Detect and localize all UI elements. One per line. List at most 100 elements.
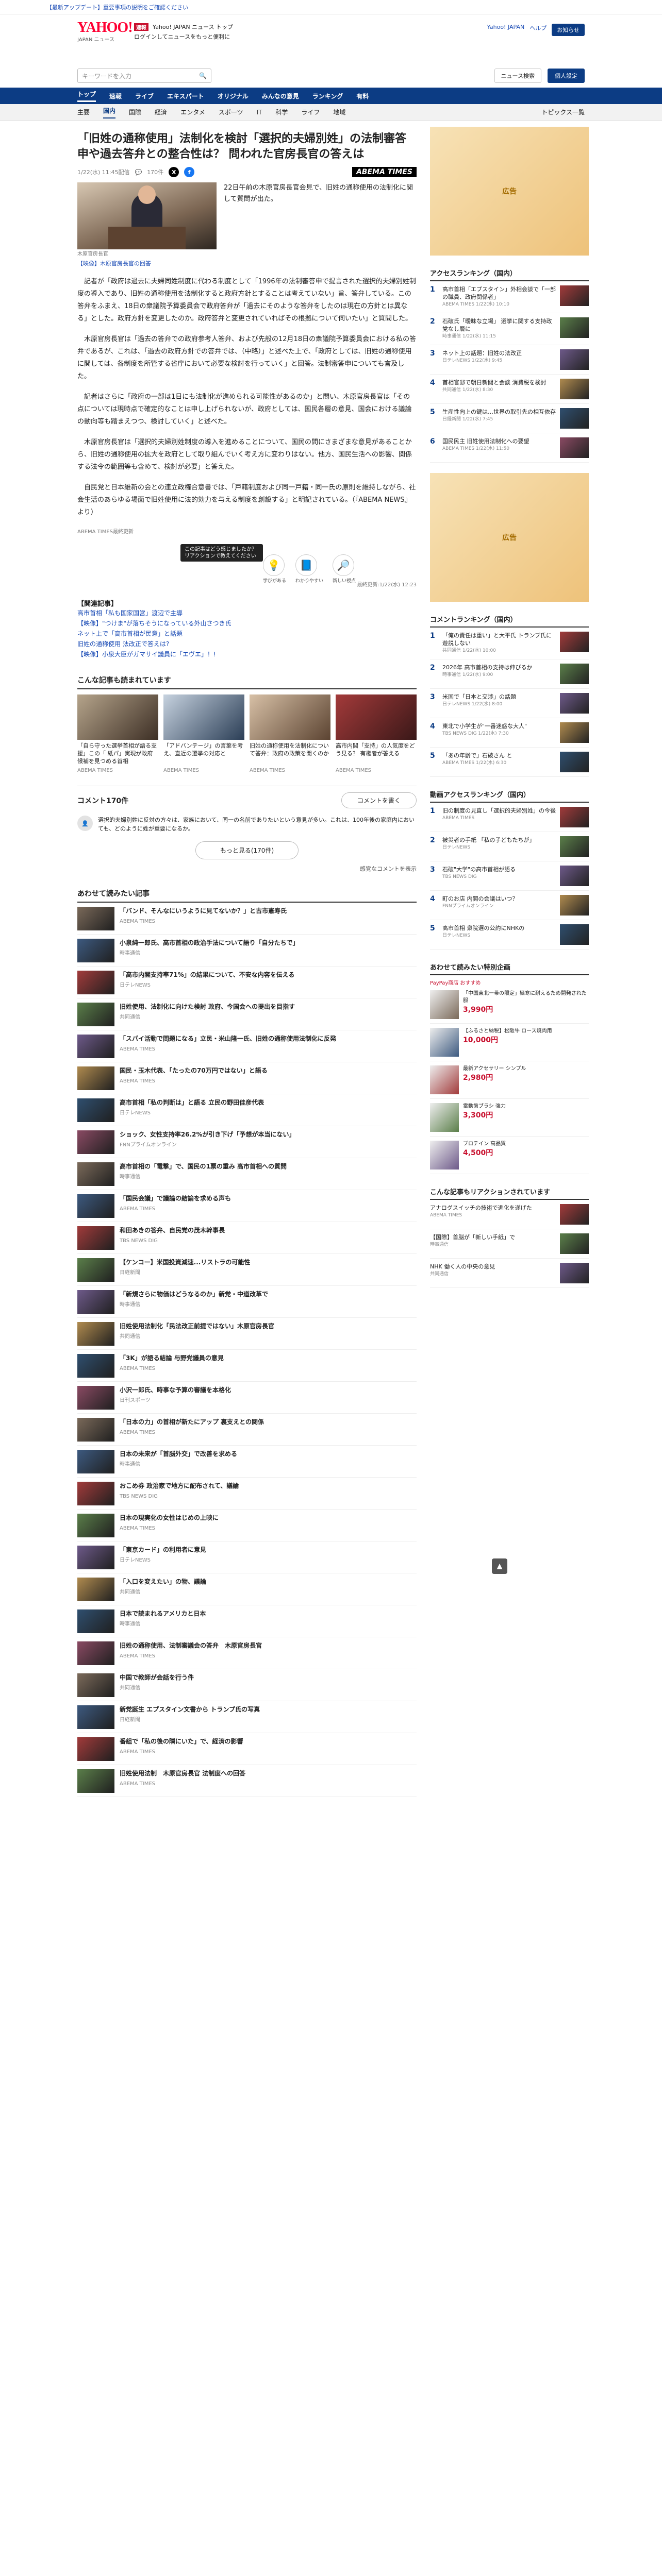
- feed-item[interactable]: 旧姓使用、法制化に向けた検討 政府、今国会への提出を目指す 共同通信: [77, 998, 417, 1030]
- recommend-card[interactable]: 旧姓の通称使用を法制化について答弁：政府の政策を聞くのか ABEMA TIMES: [250, 694, 330, 773]
- feed-item[interactable]: 旧姓使用法制 木原官房長官 法制度への回答 ABEMA TIMES: [77, 1765, 417, 1797]
- topbar-notice[interactable]: 【最新アップデート】重要事項の説明をご確認ください: [46, 3, 188, 11]
- recommend-card[interactable]: 「自ら守った選挙首相が語る支援」この「 紙パ」実現が政府候補を見つめる首相 AB…: [77, 694, 158, 773]
- cnav-life[interactable]: ライフ: [301, 108, 320, 116]
- feed-item[interactable]: 「東京カード」の利用者に意見 日テレNEWS: [77, 1541, 417, 1573]
- link-yahoo[interactable]: Yahoo! JAPAN: [487, 24, 525, 36]
- feed-item[interactable]: 日本の現実化の女性はじめの上映に ABEMA TIMES: [77, 1510, 417, 1541]
- rank-item[interactable]: 5 「あの年齢で」石破さん と ABEMA TIMES 1/22(水) 6:30: [430, 748, 589, 777]
- feed-item[interactable]: 「国民会議」で議論の結論を求める声も ABEMA TIMES: [77, 1190, 417, 1222]
- feed-item[interactable]: 「新規さらに物価はどうなるのか」新党・中道改革で 時事通信: [77, 1286, 417, 1318]
- related-link[interactable]: 旧姓の通称使用 法改正で答えは?: [77, 639, 417, 649]
- rank-item[interactable]: 2 被災者の手紙 「私の子どもたちが」 日テレNEWS: [430, 832, 589, 861]
- cnav-it[interactable]: IT: [256, 109, 262, 116]
- cnav-world[interactable]: 国際: [129, 108, 141, 116]
- feed-item[interactable]: おこめ券 政治家で地方に配布されて、議論 TBS NEWS DIG: [77, 1478, 417, 1510]
- shop-item[interactable]: 【ふるさと納税】松阪牛 ロース焼肉用 10,000円: [430, 1024, 589, 1061]
- shop-item[interactable]: 最新アクセサリー シンプル 2,980円: [430, 1061, 589, 1099]
- x-share-icon[interactable]: X: [169, 167, 179, 177]
- feed-item[interactable]: 「日本の力」の首相が新たにアップ 裏支えとの関係 ABEMA TIMES: [77, 1414, 417, 1446]
- cnav-local[interactable]: 地域: [333, 108, 345, 116]
- feed-item[interactable]: 小泉純一郎氏、高市首相の政治手法について語り「自分たちで」 時事通信: [77, 935, 417, 967]
- search-icon[interactable]: 🔍: [199, 72, 207, 79]
- notice-button[interactable]: お知らせ: [552, 24, 585, 36]
- rank-item[interactable]: 1 「俺の責任は重い」と大平氏 トランプ氏に遊説しない 共同通信 1/22(水) 1…: [430, 628, 589, 659]
- rank-item[interactable]: NHK 働く人の中央の意見 共同通信: [430, 1259, 589, 1288]
- feed-item[interactable]: 新党誕生 エプスタイン文書から トランプ氏の写真 日経新聞: [77, 1701, 417, 1733]
- feed-item[interactable]: 「スパイ活動で問題になる」立民・米山隆一氏、旧姓の通称使用法制化に反発 ABEMA…: [77, 1030, 417, 1062]
- comment-icon[interactable]: 💬: [135, 169, 142, 176]
- rank-item[interactable]: 3 ネット上の話題：旧姓の法改正 日テレNEWS 1/22(水) 9:45: [430, 345, 589, 375]
- ad-banner-2[interactable]: 広告: [430, 473, 589, 602]
- gnav-paid[interactable]: 有料: [356, 92, 369, 100]
- rank-item[interactable]: アナログスイッチの技術で進化を遂げた ABEMA TIMES: [430, 1200, 589, 1229]
- rank-item[interactable]: 4 町のお店 内閣の会議はいつ？ FNNプライムオンライン: [430, 891, 589, 920]
- rank-item[interactable]: 1 高市首相「エプスタイン」外相会談で「一部の職員、政府関係者」 ABEMA TIM…: [430, 281, 589, 313]
- link-help[interactable]: ヘルプ: [529, 24, 547, 36]
- gnav-expert[interactable]: エキスパート: [167, 92, 204, 100]
- recommend-card[interactable]: 「アドバンテージ」の言葉を考え、直近の選挙の対応と ABEMA TIMES: [163, 694, 244, 773]
- recommend-card[interactable]: 高市内閣「支持」の人気度をどう見る？ 有権者が答える ABEMA TIMES: [336, 694, 417, 773]
- comment-notice[interactable]: 感覚なコメントを表示: [77, 865, 417, 873]
- related-link[interactable]: 【映像】"つけま"が落ちそうになっている外山さつき氏: [77, 618, 417, 629]
- rank-item[interactable]: 3 米国で「日本と交渉」の話題 日テレNEWS 1/22(水) 8:00: [430, 689, 589, 718]
- gnav-original[interactable]: オリジナル: [218, 92, 249, 100]
- feed-item[interactable]: 中国で教師が会話を行う件 共同通信: [77, 1669, 417, 1701]
- ad-banner[interactable]: 広告: [430, 127, 589, 256]
- facebook-share-icon[interactable]: f: [184, 167, 195, 177]
- more-comments-button[interactable]: もっと見る(170件): [195, 841, 299, 859]
- gnav-opinion[interactable]: みんなの意見: [262, 92, 299, 100]
- rank-item[interactable]: 5 高市首相 衆院選の公約にNHKの 日テレNEWS: [430, 920, 589, 950]
- comments-count[interactable]: 170件: [147, 168, 163, 176]
- rank-item[interactable]: 4 東北で小学生が"一番迷惑な大人" TBS NEWS DIG 1/22(水) 7:…: [430, 718, 589, 748]
- shop-item[interactable]: プロテイン 高品質 4,500円: [430, 1137, 589, 1174]
- shop-item[interactable]: 「中国東北一帯の限定」極寒に耐えるため開発された服 3,990円: [430, 986, 589, 1024]
- cnav-main[interactable]: 主要: [77, 108, 90, 116]
- video-link[interactable]: 【映像】木原官房長官の回答: [77, 259, 417, 267]
- cnav-economy[interactable]: 経済: [155, 108, 167, 116]
- shop-item[interactable]: 電動歯ブラシ 強力 3,300円: [430, 1099, 589, 1137]
- cnav-science[interactable]: 科学: [275, 108, 288, 116]
- related-link[interactable]: 高市首相「私も国家国営」渡辺で主導: [77, 608, 417, 618]
- header-line1[interactable]: Yahoo! JAPAN ニュース トップ: [153, 23, 233, 31]
- feed-item[interactable]: 旧姓使用法制化「民法改正前提ではない」木原官房長官 共同通信: [77, 1318, 417, 1350]
- rank-item[interactable]: 5 生産性向上の鍵は…世界の取引先の相互依存 日経新聞 1/22(水) 7:45: [430, 404, 589, 433]
- gnav-breaking[interactable]: 速報: [109, 92, 122, 100]
- personal-settings-button[interactable]: 個人設定: [548, 69, 585, 83]
- feed-item[interactable]: 日本で読まれるアメリカと日本 時事通信: [77, 1605, 417, 1637]
- gnav-top[interactable]: トップ: [77, 90, 96, 102]
- cnav-entertainment[interactable]: エンタメ: [180, 108, 205, 116]
- feed-item[interactable]: 国民・玉木代表、「たったの70万円ではない」と語る ABEMA TIMES: [77, 1062, 417, 1094]
- feed-item[interactable]: 「バンド、そんなにいうように見てないか？」と古市憲寿氏 ABEMA TIMES: [77, 903, 417, 935]
- article-photo[interactable]: [77, 182, 217, 249]
- header-line2[interactable]: ログインしてニュースをもっと便利に: [134, 32, 230, 41]
- feed-item[interactable]: ショック、女性支持率26.2%が引き下げ「予想が本当にない」 FNNプライムオンラ…: [77, 1126, 417, 1158]
- feed-item[interactable]: 「3K」が語る結論 与野党議員の意見 ABEMA TIMES: [77, 1350, 417, 1382]
- cnav-sports[interactable]: スポーツ: [219, 108, 243, 116]
- feed-item[interactable]: 小沢一郎氏、時事な予算の審議を本格化 日刊スポーツ: [77, 1382, 417, 1414]
- feed-item[interactable]: 高市首相の「電撃」で、国民の1票の重み 高市首相への質問 時事通信: [77, 1158, 417, 1190]
- feed-item[interactable]: 「入口を変えたい」の物、議論 共同通信: [77, 1573, 417, 1605]
- reaction-clear[interactable]: 📘 わかりやすい: [295, 554, 323, 584]
- feed-item[interactable]: 高市首相「私の判断は」と語る 立民の野田佳彦代表 日テレNEWS: [77, 1094, 417, 1126]
- gnav-ranking[interactable]: ランキング: [312, 92, 343, 100]
- rank-item[interactable]: 4 首相官邸で朝日新聞と会談 消費税を検討 共同通信 1/22(水) 8:30: [430, 375, 589, 404]
- feed-item[interactable]: 旧姓の通称使用、法制審議会の答弁 木原官房長官 ABEMA TIMES: [77, 1637, 417, 1669]
- feed-item[interactable]: 番組で「私の後の隣にいた」で、経済の影響 ABEMA TIMES: [77, 1733, 417, 1765]
- write-comment-button[interactable]: コメントを書く: [341, 792, 417, 808]
- rank-item[interactable]: 6 国民民主 旧姓使用法制化への要望 ABEMA TIMES 1/22(水) 11:…: [430, 433, 589, 463]
- feed-item[interactable]: 日本の未来が「首脳外交」で改善を求める 時事通信: [77, 1446, 417, 1478]
- related-link[interactable]: 【映像】小泉大臣がガマサイ議員に「エヴエ」！!: [77, 649, 417, 659]
- rank-item[interactable]: 3 石破"大学"の高市首相が語る TBS NEWS DIG: [430, 861, 589, 891]
- rank-item[interactable]: 1 旧の制度の見直し「選択的夫婦別姓」の今後 ABEMA TIMES: [430, 803, 589, 832]
- feed-item[interactable]: 「高市内閣支持率71%」の結果について、不安な内容を伝える 日テレNEWS: [77, 967, 417, 998]
- brand-logo[interactable]: ABEMA TIMES: [352, 167, 417, 177]
- news-search-button[interactable]: ニュース検索: [494, 69, 541, 83]
- rank-item[interactable]: 【国際】首脳が「新しい手紙」で 時事通信: [430, 1229, 589, 1259]
- scroll-top-button[interactable]: ▲: [492, 1558, 507, 1574]
- reaction-new-view[interactable]: 🔎 新しい視点: [333, 554, 356, 584]
- topics-list-link[interactable]: トピックス一覧: [541, 108, 585, 116]
- feed-item[interactable]: 和田あきの答弁、自民党の茂木幹事長 TBS NEWS DIG: [77, 1222, 417, 1254]
- rank-item[interactable]: 2 石破氏「曖昧な立場」 選挙に関する支持政党なし層に 時事通信 1/22(水) 1…: [430, 313, 589, 345]
- site-logo[interactable]: YAHOO! JAPAN ニュース: [77, 20, 134, 43]
